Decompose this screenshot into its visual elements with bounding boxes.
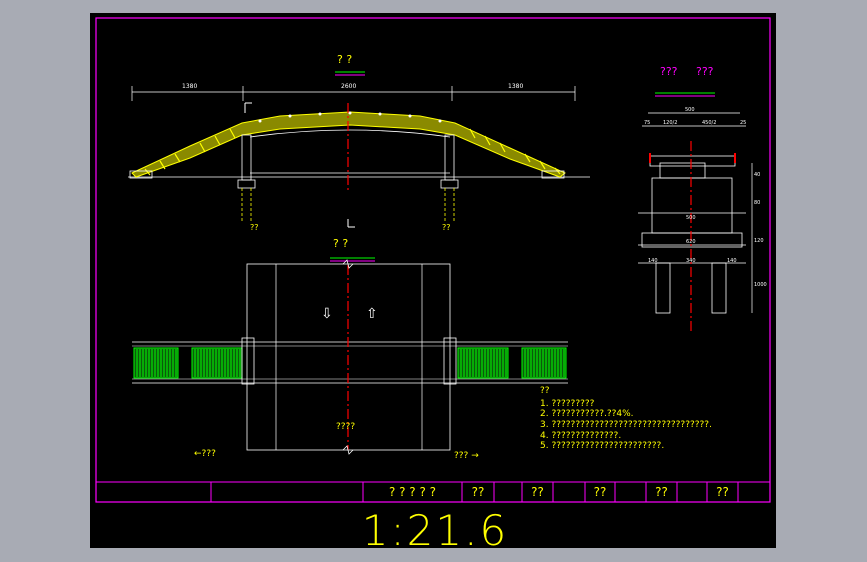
dim-right: 1380: [508, 83, 524, 90]
elevation-view: [128, 71, 590, 228]
plan-title: ? ?: [333, 237, 349, 250]
sec-dim-h1: 40: [754, 172, 761, 178]
sec-dim-p3: 140: [727, 258, 737, 264]
title-block-cell-2: ??: [531, 485, 544, 499]
note-4: 4. ??????????????.: [540, 431, 622, 441]
sec-dim-h4: 1000: [754, 282, 767, 288]
elevation-title: ? ?: [337, 53, 353, 66]
sec-dim-l2: 120/2: [663, 120, 678, 126]
stair-blocks-right: [457, 347, 567, 379]
title-block-cell-5: ??: [716, 485, 729, 499]
title-block-cell-4: ??: [655, 485, 668, 499]
note-5: 5. ???????????????????????.: [540, 441, 665, 451]
arrow-down-icon: ⇩: [321, 306, 333, 322]
sec-dim-l1: 75: [644, 120, 651, 126]
dim-center: 2600: [341, 83, 357, 90]
sec-dim-top: 500: [685, 107, 695, 113]
plan-center-label: ????: [336, 422, 356, 432]
section-title-left: ???: [660, 65, 678, 78]
title-block-project: ? ? ? ? ?: [388, 485, 437, 499]
scale-readout: 1:21.6: [361, 506, 509, 555]
sec-dim-r1: 25: [740, 120, 747, 126]
note-2: 2. ???????????.??4%.: [540, 409, 634, 419]
cross-section-view: [638, 92, 753, 333]
sec-dim-p1: 140: [648, 258, 658, 264]
sec-dim-base: 620: [686, 239, 696, 245]
sec-dim-h2: 80: [754, 200, 761, 206]
arrow-up-icon: ⇧: [366, 306, 378, 322]
title-block-cell-1: ??: [471, 485, 485, 499]
sec-dim-r2: 450/2: [702, 120, 717, 126]
sec-dim-mid: 500: [686, 215, 696, 221]
plan-right-direction: ??? →: [454, 451, 479, 461]
stair-blocks-left: [133, 347, 243, 379]
note-1: 1. ?????????: [540, 399, 595, 409]
sec-dim-p2: 340: [686, 258, 696, 264]
plan-left-direction: ←???: [194, 449, 216, 459]
title-block-cell-3: ??: [593, 485, 607, 499]
section-title-right: ???: [696, 65, 714, 78]
notes-heading: ??: [540, 386, 550, 396]
pier-mark-left: ??: [250, 223, 259, 232]
dim-left: 1380: [182, 83, 198, 90]
cad-drawing: [95, 17, 771, 503]
sec-dim-h3: 120: [754, 238, 764, 244]
note-3: 3. ?????????????????????????????????.: [540, 420, 712, 430]
pier-mark-right: ??: [442, 223, 451, 232]
drawing-sheet: ? ? ??? ??? ? ? 1380 2600 1380 500 75 12…: [90, 13, 776, 555]
